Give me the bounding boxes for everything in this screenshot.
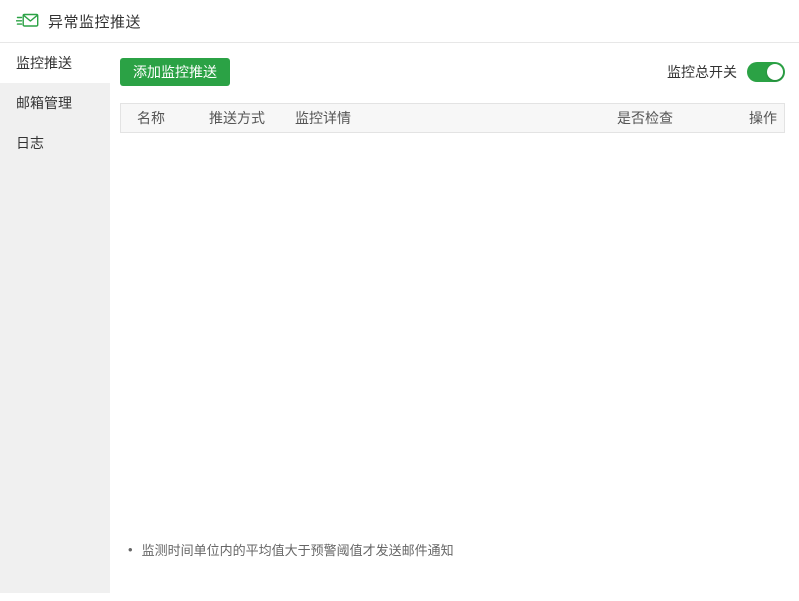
- notes-area: • 监测时间单位内的平均值大于预警阈值才发送邮件通知: [120, 540, 785, 559]
- table-header-row: 名称 推送方式 监控详情 是否检查 操作: [120, 103, 785, 133]
- master-switch-toggle[interactable]: [747, 62, 785, 82]
- layout: 监控推送 邮箱管理 日志 添加监控推送 监控总开关 名称 推送方式 监控详情 是…: [0, 43, 799, 601]
- toggle-knob: [767, 64, 783, 80]
- note-text: 监测时间单位内的平均值大于预警阈值才发送邮件通知: [142, 540, 454, 559]
- note-item: • 监测时间单位内的平均值大于预警阈值才发送邮件通知: [120, 540, 785, 559]
- column-header-details: 监控详情: [295, 108, 607, 128]
- column-header-action: 操作: [739, 108, 784, 128]
- sidebar-item-monitor-push[interactable]: 监控推送: [0, 43, 110, 83]
- column-header-method: 推送方式: [209, 108, 295, 128]
- sidebar: 监控推送 邮箱管理 日志: [0, 43, 110, 593]
- sidebar-item-mailbox-management[interactable]: 邮箱管理: [0, 83, 110, 123]
- page-title: 异常监控推送: [48, 11, 141, 32]
- bullet-icon: •: [128, 542, 133, 557]
- add-monitor-push-button[interactable]: 添加监控推送: [120, 58, 230, 86]
- column-header-check: 是否检查: [607, 108, 739, 128]
- toolbar: 添加监控推送 监控总开关: [120, 58, 785, 86]
- sidebar-item-logs[interactable]: 日志: [0, 123, 110, 163]
- app-header: 异常监控推送: [0, 0, 799, 43]
- send-mail-icon: [16, 10, 40, 32]
- master-switch-label: 监控总开关: [667, 62, 737, 82]
- column-header-name: 名称: [121, 108, 209, 128]
- master-switch-group: 监控总开关: [667, 62, 785, 82]
- main-content: 添加监控推送 监控总开关 名称 推送方式 监控详情 是否检查 操作 • 监测时间…: [110, 43, 799, 601]
